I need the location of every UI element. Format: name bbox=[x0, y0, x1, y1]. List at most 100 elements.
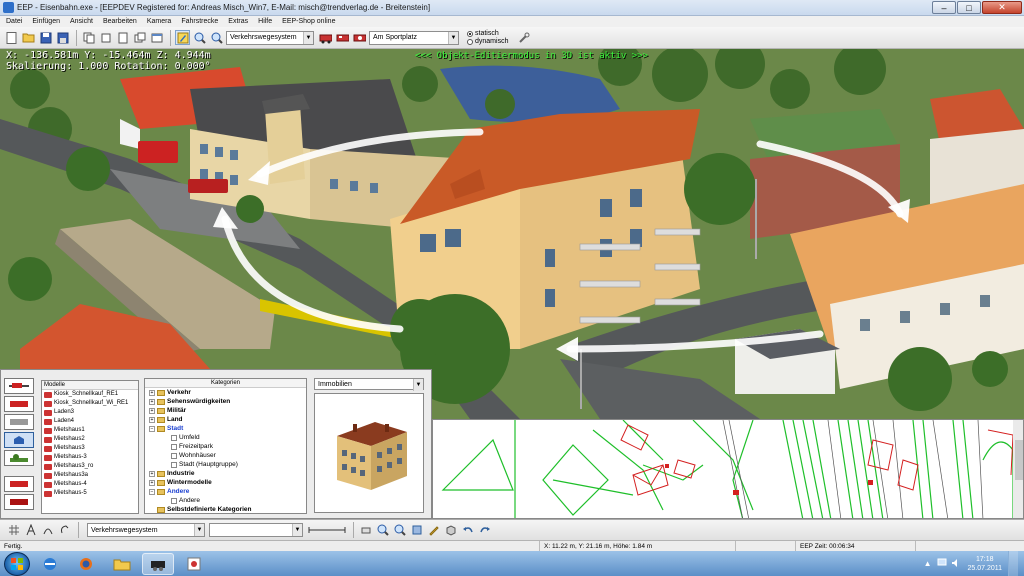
open-folder-icon[interactable] bbox=[21, 30, 36, 45]
category-tree[interactable]: Kategorien + Verkehr + Sehenswürdigkeiten + M… bbox=[144, 378, 307, 514]
tree-item[interactable]: + Sehenswürdigkeiten bbox=[145, 397, 306, 406]
tree-item[interactable]: + Militär bbox=[145, 406, 306, 415]
list-item[interactable]: Mietshaus3a bbox=[42, 471, 138, 480]
menu-kamera[interactable]: Kamera bbox=[147, 18, 172, 25]
category-button-buildings[interactable] bbox=[4, 432, 34, 448]
close-button[interactable]: ✕ bbox=[982, 1, 1022, 14]
tree-item[interactable]: Freizeitpark bbox=[145, 442, 306, 451]
list-item[interactable]: Kiosk_Schnellkauf_Wi_RE1 bbox=[42, 399, 138, 408]
ruler-icon[interactable] bbox=[307, 523, 347, 538]
category-button-landscape[interactable] bbox=[4, 450, 34, 466]
track-system-select[interactable]: Verkehrswegesystem ▼ bbox=[226, 30, 314, 45]
tree-item[interactable]: Wohnhäuser bbox=[145, 451, 306, 460]
expand-toggle-icon[interactable]: − bbox=[149, 488, 155, 495]
taskbar-ie-icon[interactable] bbox=[34, 553, 66, 575]
menu-einfuegen[interactable]: Einfügen bbox=[32, 18, 60, 25]
curve-tool-icon[interactable] bbox=[40, 523, 55, 538]
cube-icon[interactable] bbox=[443, 523, 458, 538]
3d-viewport[interactable] bbox=[0, 49, 1024, 419]
zoom-out-2d-icon[interactable] bbox=[392, 523, 407, 538]
expand-toggle-icon[interactable]: + bbox=[149, 479, 155, 486]
tree-item[interactable]: Umfeld bbox=[145, 433, 306, 442]
list-item[interactable]: Laden4 bbox=[42, 417, 138, 426]
list-item[interactable]: Mietshaus-5 bbox=[42, 489, 138, 498]
category-button-vehicles[interactable] bbox=[4, 494, 34, 510]
expand-toggle-icon[interactable]: + bbox=[149, 470, 155, 477]
undo-icon[interactable] bbox=[460, 523, 475, 538]
category-button-road[interactable] bbox=[4, 414, 34, 430]
paste-icon[interactable] bbox=[115, 30, 130, 45]
volume-icon[interactable] bbox=[951, 558, 961, 570]
tree-item[interactable]: Andere bbox=[145, 496, 306, 505]
show-desktop-button[interactable] bbox=[1008, 551, 1018, 576]
lower-track-system-select[interactable]: Verkehrswegesystem ▼ bbox=[87, 523, 205, 537]
category-button-tracks[interactable] bbox=[4, 378, 34, 394]
model-list[interactable]: Modelle Kiosk_Schnellkauf_RE1 Kiosk_Schn… bbox=[41, 380, 139, 514]
expand-toggle-icon[interactable]: − bbox=[149, 425, 155, 432]
zoom-in-2d-icon[interactable] bbox=[375, 523, 390, 538]
train-icon[interactable] bbox=[318, 30, 333, 45]
list-item[interactable]: Mietshaus2 bbox=[42, 435, 138, 444]
tree-item[interactable]: + Industrie bbox=[145, 469, 306, 478]
train-list-icon[interactable] bbox=[335, 30, 350, 45]
list-item[interactable]: Mietshaus-4 bbox=[42, 480, 138, 489]
list-item[interactable]: Laden3 bbox=[42, 408, 138, 417]
menu-extras[interactable]: Extras bbox=[228, 18, 248, 25]
preview-category-select[interactable]: Immobilien ▼ bbox=[314, 378, 424, 391]
edit-mode-icon[interactable] bbox=[175, 30, 190, 45]
print-icon[interactable] bbox=[358, 523, 373, 538]
duplicate-icon[interactable] bbox=[132, 30, 147, 45]
save-icon[interactable] bbox=[38, 30, 53, 45]
list-item[interactable]: Mietshaus1 bbox=[42, 426, 138, 435]
grid-icon[interactable] bbox=[6, 523, 21, 538]
tree-item[interactable]: + Wintermodelle bbox=[145, 478, 306, 487]
text-tool-icon[interactable] bbox=[23, 523, 38, 538]
start-button[interactable] bbox=[4, 551, 30, 576]
location-select[interactable]: Am Sportplatz ▼ bbox=[369, 30, 459, 45]
tree-item[interactable]: Stadt (Hauptgruppe) bbox=[145, 460, 306, 469]
taskbar-firefox-icon[interactable] bbox=[70, 553, 102, 575]
tools-icon[interactable] bbox=[516, 30, 531, 45]
expand-toggle-icon[interactable]: + bbox=[149, 389, 155, 396]
radio-dynamic[interactable]: dynamisch bbox=[467, 38, 508, 46]
tree-item[interactable]: + Verkehr bbox=[145, 388, 306, 397]
expand-toggle-icon[interactable]: + bbox=[149, 398, 155, 405]
tree-item[interactable]: + Land bbox=[145, 415, 306, 424]
expand-toggle-icon[interactable]: + bbox=[149, 416, 155, 423]
edit-pencil-icon[interactable] bbox=[426, 523, 441, 538]
tray-arrow-icon[interactable]: ▲ bbox=[924, 559, 932, 568]
menu-hilfe[interactable]: Hilfe bbox=[258, 18, 272, 25]
2d-track-view[interactable] bbox=[432, 419, 1024, 519]
maximize-button[interactable]: □ bbox=[957, 1, 981, 14]
zoom-out-icon[interactable] bbox=[209, 30, 224, 45]
radio-static[interactable]: statisch bbox=[467, 30, 508, 38]
redo-icon[interactable] bbox=[477, 523, 492, 538]
tree-item[interactable]: − Stadt bbox=[145, 424, 306, 433]
category-button-trains[interactable] bbox=[4, 396, 34, 412]
menu-eep-shop[interactable]: EEP-Shop online bbox=[282, 18, 335, 25]
list-item[interactable]: Mietshaus-3 bbox=[42, 453, 138, 462]
zoom-in-icon[interactable] bbox=[192, 30, 207, 45]
list-item[interactable]: Mietshaus3 bbox=[42, 444, 138, 453]
list-item[interactable]: Kiosk_Schnellkauf_RE1 bbox=[42, 390, 138, 399]
minimize-button[interactable]: – bbox=[932, 1, 956, 14]
new-file-icon[interactable] bbox=[4, 30, 19, 45]
camera-icon[interactable] bbox=[352, 30, 367, 45]
menu-ansicht[interactable]: Ansicht bbox=[70, 18, 93, 25]
save-as-icon[interactable] bbox=[55, 30, 70, 45]
window-icon[interactable] bbox=[149, 30, 164, 45]
expand-toggle-icon[interactable]: + bbox=[149, 407, 155, 414]
layer-icon[interactable] bbox=[409, 523, 424, 538]
cut-icon[interactable] bbox=[98, 30, 113, 45]
category-button-rolling-stock[interactable] bbox=[4, 476, 34, 492]
list-item[interactable]: Mietshaus3_ro bbox=[42, 462, 138, 471]
rotate-tool-icon[interactable] bbox=[57, 523, 72, 538]
menu-fahrstrecke[interactable]: Fahrstrecke bbox=[181, 18, 218, 25]
track-type-select[interactable]: ▼ bbox=[209, 523, 303, 537]
taskbar-explorer-icon[interactable] bbox=[106, 553, 138, 575]
taskbar-eep-icon[interactable] bbox=[142, 552, 174, 575]
tree-item[interactable]: − Andere bbox=[145, 487, 306, 496]
clock[interactable]: 17:18 25.07.2011 bbox=[967, 555, 1002, 573]
copy-icon[interactable] bbox=[81, 30, 96, 45]
menu-bearbeiten[interactable]: Bearbeiten bbox=[103, 18, 137, 25]
